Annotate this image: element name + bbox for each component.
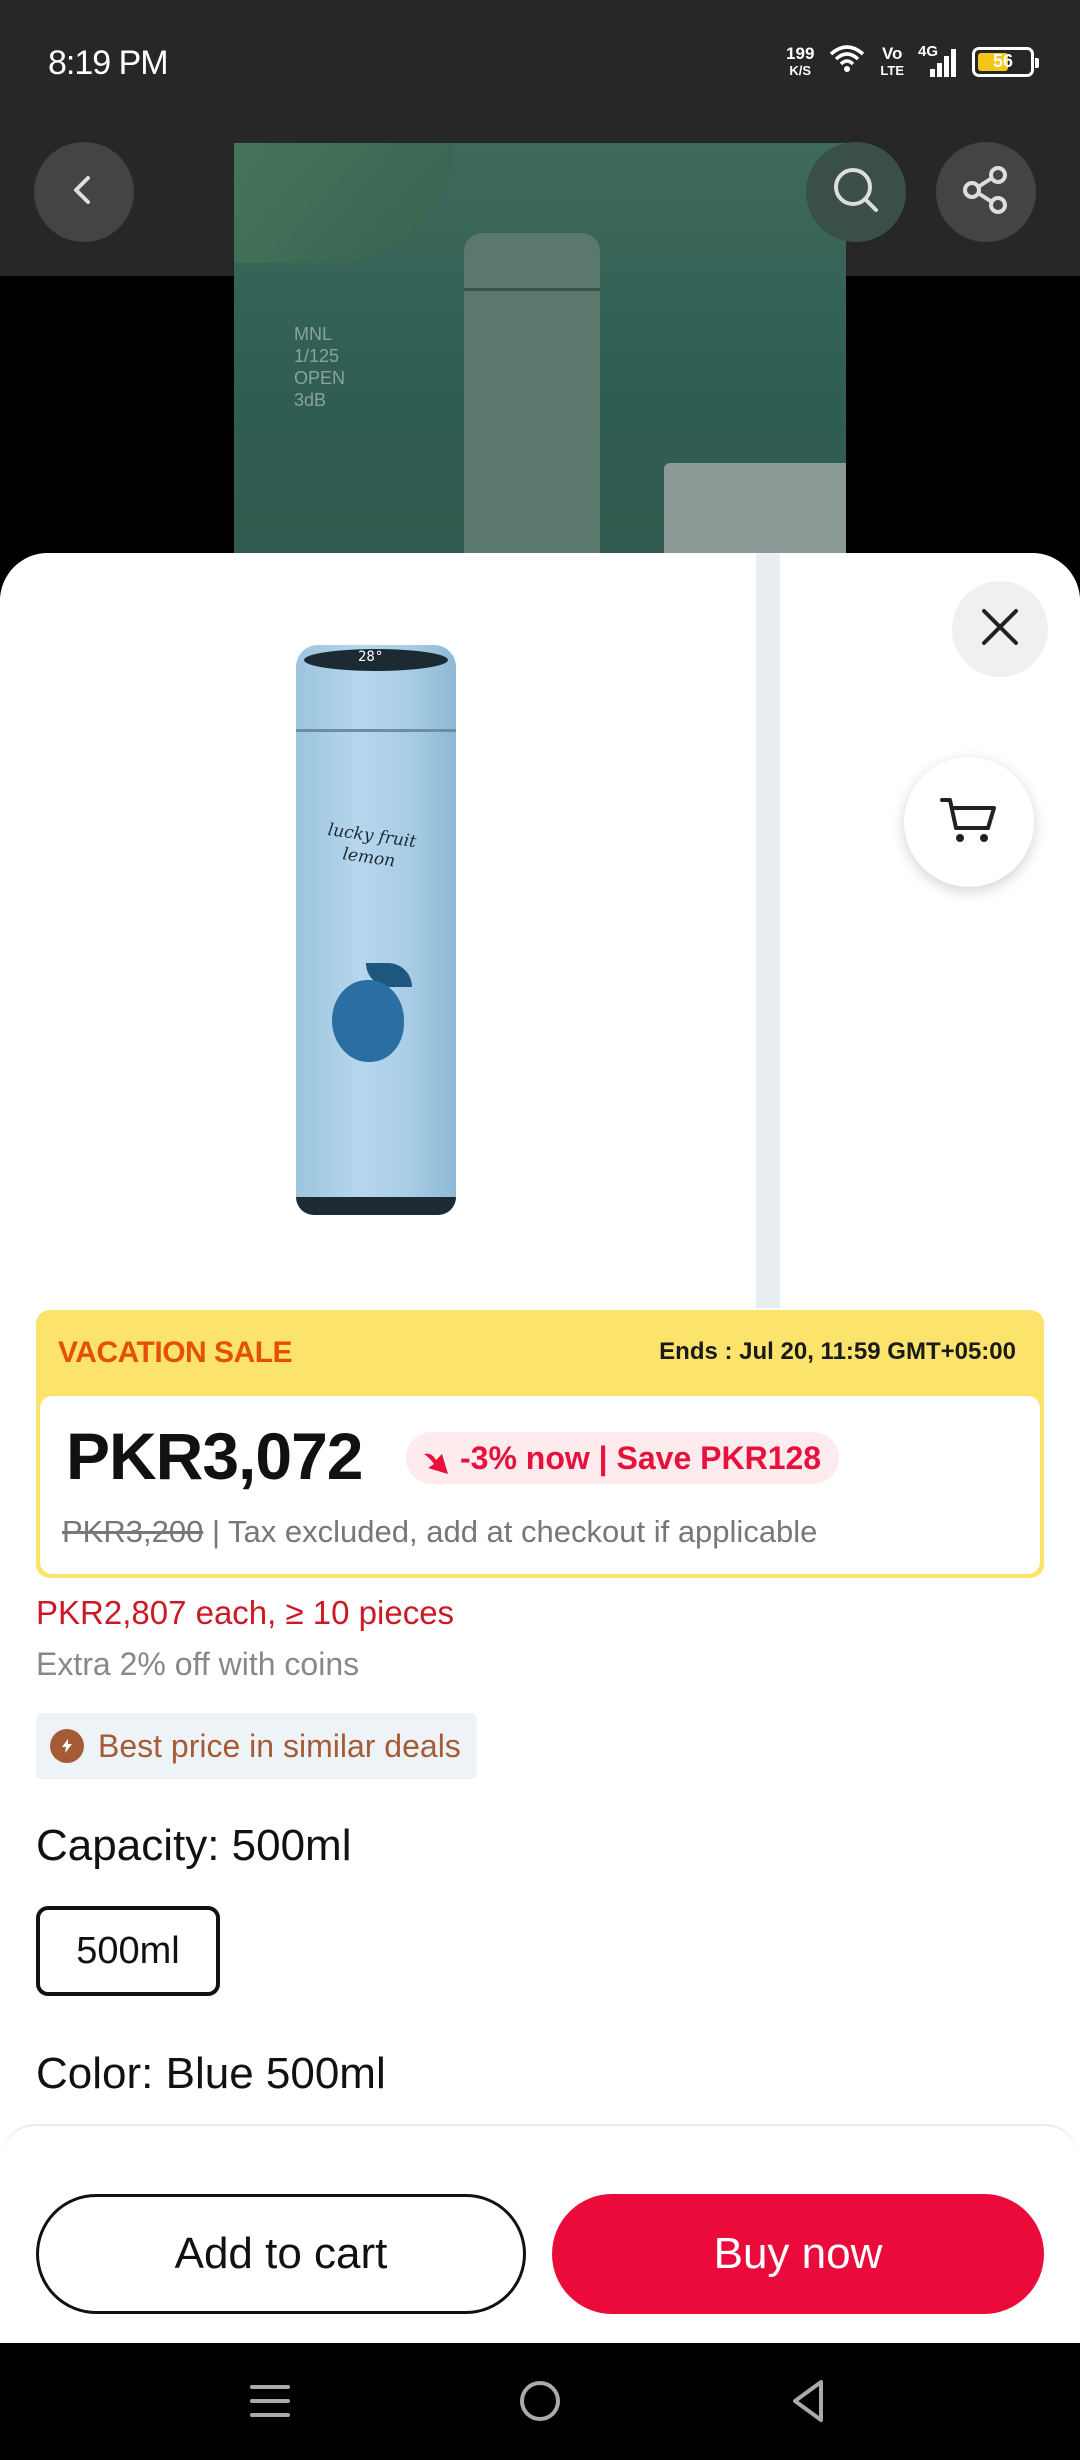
status-bar: 8:19 PM 199 K/S Vo LTE 4G 56 xyxy=(0,0,1080,130)
signal-icon: 4G xyxy=(918,43,958,79)
home-button[interactable] xyxy=(508,2371,572,2435)
product-image[interactable]: 28° lucky fruit lemon xyxy=(0,553,756,1308)
close-icon xyxy=(976,603,1024,656)
discount-text: -3% now | Save PKR128 xyxy=(460,1440,822,1476)
original-price-line: PKR3,200 | Tax excluded, add at checkout… xyxy=(62,1514,817,1550)
capacity-label: Capacity: 500ml xyxy=(36,1821,352,1870)
bottle-base xyxy=(296,1197,456,1215)
background-box xyxy=(664,463,846,563)
battery-level: 56 xyxy=(992,51,1014,71)
bottle-cap-line xyxy=(296,729,456,732)
background-bottle-cap xyxy=(464,231,600,291)
back-triangle-icon xyxy=(787,2378,829,2429)
buy-now-button[interactable]: Buy now xyxy=(552,2194,1044,2314)
discount-chip: -3% now | Save PKR128 xyxy=(406,1432,840,1484)
camera-label-line: 1/125 xyxy=(294,346,340,366)
bulk-price: PKR2,807 each, ≥ 10 pieces xyxy=(36,1594,455,1631)
volte-indicator: Vo LTE xyxy=(880,45,904,79)
home-circle-icon xyxy=(517,2378,563,2429)
search-button[interactable] xyxy=(806,142,906,242)
original-price: PKR3,200 xyxy=(62,1514,204,1549)
network-speed-unit: K/S xyxy=(789,62,812,78)
chevron-left-icon xyxy=(64,170,104,215)
gallery-divider xyxy=(756,553,780,1308)
image-gallery[interactable]: 28° lucky fruit lemon xyxy=(0,553,1080,1308)
tax-note: | Tax excluded, add at checkout if appli… xyxy=(203,1514,818,1549)
sale-banner: VACATION SALE Ends : Jul 20, 11:59 GMT+0… xyxy=(36,1310,1044,1578)
camera-label: MNL 1/125 OPEN 3dB xyxy=(294,323,345,411)
volte-bottom: LTE xyxy=(880,62,904,78)
plant-leaf xyxy=(234,143,454,263)
sale-end-time: Ends : Jul 20, 11:59 GMT+05:00 xyxy=(659,1338,1016,1365)
wifi-icon xyxy=(828,44,866,79)
price-panel: PKR3,072 -3% now | Save PKR128 PKR3,200 … xyxy=(40,1396,1040,1574)
tag-icon xyxy=(50,1729,84,1763)
lemon-graphic xyxy=(332,980,404,1062)
capacity-option-500ml[interactable]: 500ml xyxy=(36,1906,220,1996)
color-label: Color: Blue 500ml xyxy=(36,2049,386,2098)
back-button[interactable] xyxy=(34,142,134,242)
cart-icon xyxy=(938,792,1000,853)
close-button[interactable] xyxy=(952,581,1048,677)
camera-label-line: MNL xyxy=(294,324,333,344)
system-back-button[interactable] xyxy=(776,2371,840,2435)
status-icons: 199 K/S Vo LTE 4G 56 xyxy=(786,43,1039,79)
add-to-cart-button[interactable]: Add to cart xyxy=(36,2194,526,2314)
battery-icon: 56 xyxy=(972,46,1039,77)
system-navigation-bar xyxy=(0,2343,1080,2460)
menu-button[interactable] xyxy=(238,2371,302,2435)
network-speed: 199 K/S xyxy=(786,45,814,79)
clock: 8:19 PM xyxy=(48,44,169,82)
search-icon xyxy=(828,162,884,223)
camera-label-line: 3dB xyxy=(294,390,327,410)
current-price: PKR3,072 xyxy=(66,1419,364,1493)
floating-cart-button[interactable] xyxy=(904,757,1034,887)
best-price-badge: Best price in similar deals xyxy=(36,1713,477,1779)
share-icon xyxy=(958,162,1014,223)
product-sheet: 28° lucky fruit lemon VACATION SALE Ends… xyxy=(0,553,1080,2343)
background-product-image: MNL 1/125 OPEN 3dB xyxy=(234,143,846,563)
menu-icon xyxy=(248,2381,292,2426)
network-speed-value: 199 xyxy=(786,43,815,63)
volte-top: Vo xyxy=(881,43,903,63)
screen: MNL 1/125 OPEN 3dB 8:19 PM 199 K/S Vo LT… xyxy=(0,0,1080,2460)
purchase-actions: Add to cart Buy now xyxy=(0,2124,1080,2344)
bottle-illustration: 28° lucky fruit lemon xyxy=(296,645,456,1215)
share-button[interactable] xyxy=(936,142,1036,242)
sale-title: VACATION SALE xyxy=(58,1336,293,1369)
bottle-temperature: 28° xyxy=(358,649,384,665)
down-arrow-icon xyxy=(420,1443,452,1495)
best-price-text: Best price in similar deals xyxy=(98,1728,461,1764)
next-product-image[interactable] xyxy=(780,553,1080,1308)
coins-offer: Extra 2% off with coins xyxy=(36,1646,360,1682)
camera-label-line: OPEN xyxy=(294,368,346,388)
